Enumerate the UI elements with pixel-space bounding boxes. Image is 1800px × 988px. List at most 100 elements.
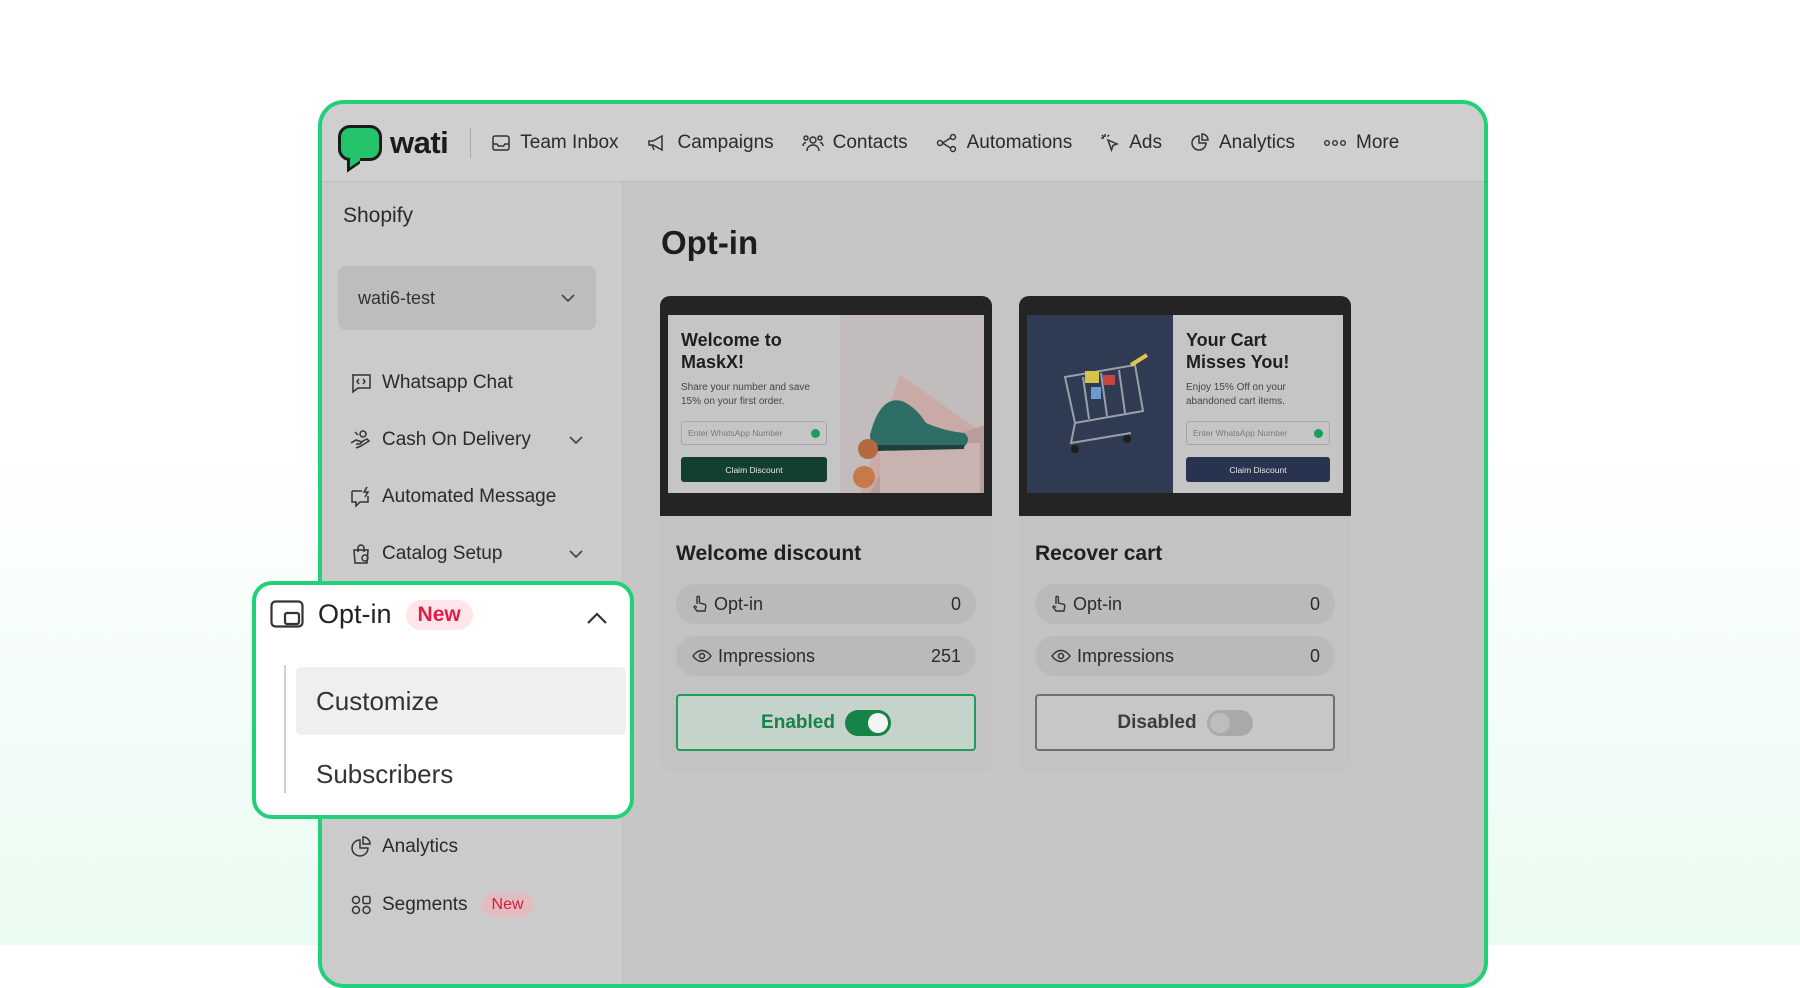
nav-label: Campaigns bbox=[677, 131, 774, 153]
nav-divider bbox=[470, 127, 472, 158]
sidebar-item-automated-message[interactable]: Automated Message bbox=[350, 486, 590, 508]
toggle-knob bbox=[1209, 712, 1230, 733]
automation-icon bbox=[936, 133, 956, 152]
stat-label: Impressions bbox=[1077, 645, 1175, 666]
shopping-cart-illustration-icon bbox=[1027, 315, 1173, 493]
nav-label: Contacts bbox=[832, 131, 908, 153]
nav-label: More bbox=[1356, 131, 1400, 153]
app-window: wati Team Inbox Campaigns Contacts Autom… bbox=[318, 100, 1488, 988]
status-label: Enabled bbox=[761, 711, 835, 733]
optin-card-welcome-discount[interactable]: Welcome to MaskX! Share your number and … bbox=[660, 296, 992, 772]
optin-card-recover-cart[interactable]: Your Cart Misses You! Enjoy 15% Off on y… bbox=[1019, 296, 1351, 772]
stat-value: 0 bbox=[1309, 593, 1320, 614]
chevron-down-icon[interactable] bbox=[568, 435, 584, 445]
nav-label: Ads bbox=[1129, 131, 1162, 153]
new-badge: New bbox=[405, 599, 473, 630]
card-title: Welcome discount bbox=[676, 542, 862, 565]
stat-label: Opt-in bbox=[714, 593, 764, 614]
chat-bubble-logo-icon bbox=[338, 124, 382, 161]
sidebar-item-label: Whatsapp Chat bbox=[382, 372, 513, 393]
sidebar-item-catalog-setup[interactable]: Catalog Setup bbox=[350, 543, 590, 565]
nav-label: Analytics bbox=[1219, 131, 1296, 153]
chevron-up-icon[interactable] bbox=[586, 611, 608, 625]
top-nav-bar: wati Team Inbox Campaigns Contacts Autom… bbox=[322, 104, 1484, 182]
whatsapp-icon bbox=[1314, 428, 1323, 438]
eye-icon bbox=[692, 649, 712, 663]
submenu-item-subscribers[interactable]: Subscribers bbox=[296, 740, 626, 808]
optin-stat-row: Opt-in 0 bbox=[676, 584, 976, 624]
pie-chart-icon bbox=[1191, 132, 1209, 151]
hand-money-icon bbox=[350, 430, 371, 449]
submenu-item-customize[interactable]: Customize bbox=[296, 667, 626, 735]
preview-subtitle: Enjoy 15% Off on your abandoned cart ite… bbox=[1186, 382, 1286, 407]
sidebar-item-label: Cash On Delivery bbox=[382, 429, 531, 450]
shopping-bag-icon bbox=[353, 544, 369, 564]
preview-subtitle: Share your number and save 15% on your f… bbox=[681, 382, 810, 407]
optin-menu-header[interactable]: Opt-in New bbox=[270, 599, 473, 630]
card-preview: Welcome to MaskX! Share your number and … bbox=[660, 296, 992, 516]
preview-text-panel: Welcome to MaskX! Share your number and … bbox=[668, 315, 840, 493]
preview-title: Your Cart Misses You! bbox=[1186, 330, 1290, 372]
nav-team-inbox[interactable]: Team Inbox bbox=[491, 132, 619, 154]
popup-preview: Welcome to MaskX! Share your number and … bbox=[668, 315, 984, 493]
sidebar-item-label: Segments bbox=[382, 894, 468, 915]
card-title: Recover cart bbox=[1035, 542, 1163, 565]
preview-claim-button: Claim Discount bbox=[681, 457, 827, 482]
nav-analytics[interactable]: Analytics bbox=[1190, 132, 1295, 154]
stat-value: 0 bbox=[950, 593, 961, 614]
store-select-dropdown[interactable]: wati6-test bbox=[338, 266, 596, 330]
impressions-stat-row: Impressions 251 bbox=[676, 636, 976, 676]
sidebar-item-cash-on-delivery[interactable]: Cash On Delivery bbox=[350, 429, 590, 451]
status-label: Disabled bbox=[1117, 711, 1197, 733]
preview-claim-button: Claim Discount bbox=[1186, 457, 1330, 482]
stat-label: Impressions bbox=[718, 645, 816, 666]
preview-phone-input: Enter WhatsApp Number bbox=[1186, 421, 1330, 445]
nav-campaigns[interactable]: Campaigns bbox=[647, 132, 774, 154]
chevron-down-icon[interactable] bbox=[568, 549, 584, 559]
nav-ads[interactable]: Ads bbox=[1100, 132, 1162, 154]
disabled-toggle-button[interactable]: Disabled bbox=[1035, 694, 1335, 751]
popup-preview: Your Cart Misses You! Enjoy 15% Off on y… bbox=[1027, 315, 1343, 493]
cursor-click-icon bbox=[1101, 133, 1120, 152]
megaphone-icon bbox=[647, 134, 663, 151]
toggle-knob bbox=[867, 712, 888, 733]
enabled-toggle-button[interactable]: Enabled bbox=[676, 694, 976, 751]
shoe-product-image bbox=[840, 315, 984, 493]
sidebar-title: Shopify bbox=[343, 204, 414, 227]
logo-text: wati bbox=[390, 124, 449, 160]
segments-icon bbox=[351, 895, 371, 915]
sidebar-item-analytics[interactable]: Analytics bbox=[350, 836, 590, 858]
stat-value: 251 bbox=[930, 645, 961, 666]
chat-code-icon bbox=[352, 374, 371, 394]
nav-automations[interactable]: Automations bbox=[936, 131, 1073, 154]
popup-window-icon bbox=[270, 599, 304, 628]
sidebar-item-segments[interactable]: Segments New bbox=[350, 893, 590, 917]
nav-more[interactable]: More bbox=[1323, 132, 1399, 154]
sidebar-item-whatsapp-chat[interactable]: Whatsapp Chat bbox=[350, 372, 590, 394]
preview-text-panel: Your Cart Misses You! Enjoy 15% Off on y… bbox=[1173, 315, 1343, 493]
optin-stat-row: Opt-in 0 bbox=[1035, 584, 1335, 624]
stat-value: 0 bbox=[1309, 645, 1320, 666]
sidebar-item-label: Automated Message bbox=[382, 486, 557, 507]
hand-pointer-icon bbox=[693, 595, 707, 612]
toggle-switch[interactable] bbox=[844, 709, 891, 736]
preview-phone-input: Enter WhatsApp Number bbox=[681, 421, 827, 445]
toggle-switch[interactable] bbox=[1206, 709, 1253, 736]
more-dots-icon bbox=[1324, 139, 1347, 146]
pie-chart-icon bbox=[351, 836, 371, 857]
store-select-value: wati6-test bbox=[358, 287, 436, 308]
wati-logo[interactable]: wati bbox=[338, 124, 449, 161]
message-bolt-icon bbox=[351, 486, 370, 508]
nav-label: Automations bbox=[966, 131, 1073, 153]
main-nav: Team Inbox Campaigns Contacts Automation… bbox=[491, 132, 1427, 154]
main-content: Opt-in Welcome to MaskX! Share your numb… bbox=[623, 182, 1484, 984]
optin-submenu-highlight: Opt-in New Customize Subscribers bbox=[252, 581, 634, 819]
cart-product-image bbox=[1027, 315, 1173, 493]
optin-menu-title: Opt-in bbox=[318, 599, 392, 629]
nav-contacts[interactable]: Contacts bbox=[801, 131, 908, 154]
submenu-guide-line bbox=[284, 665, 286, 793]
impressions-stat-row: Impressions 0 bbox=[1035, 636, 1335, 676]
card-preview: Your Cart Misses You! Enjoy 15% Off on y… bbox=[1019, 296, 1351, 516]
eye-icon bbox=[1051, 649, 1071, 663]
inbox-icon bbox=[492, 134, 511, 151]
